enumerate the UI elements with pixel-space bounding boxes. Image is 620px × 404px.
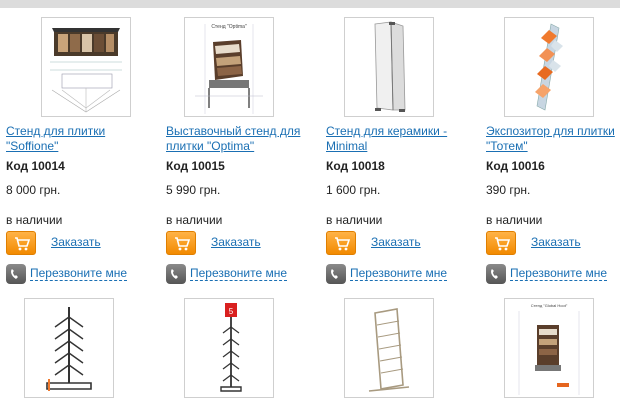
- phone-icon: [6, 264, 26, 284]
- add-to-cart-button[interactable]: [486, 231, 516, 255]
- cart-icon: [15, 237, 30, 251]
- availability-status: в наличии: [326, 213, 383, 227]
- order-link[interactable]: Заказать: [531, 235, 581, 249]
- product-image: [368, 308, 410, 392]
- product-image-link[interactable]: [24, 298, 114, 398]
- product-image-link[interactable]: [504, 17, 594, 117]
- product-image-link[interactable]: Стенд "Optima": [184, 17, 274, 117]
- callback-link[interactable]: Перезвоните мне: [30, 267, 128, 281]
- order-link[interactable]: Заказать: [51, 235, 101, 249]
- product-card: Стенд "Optima" Выставочный стенд для пли…: [166, 17, 316, 284]
- product-price: 390 грн.: [486, 183, 531, 197]
- product-image-link[interactable]: 5: [184, 298, 274, 398]
- add-to-cart-button[interactable]: [6, 231, 36, 255]
- order-link[interactable]: Заказать: [371, 235, 421, 249]
- product-card: Экспозитор для плитки "Тотем" Код 10016 …: [486, 17, 620, 284]
- cart-icon: [335, 237, 350, 251]
- top-bar: [0, 0, 620, 8]
- product-title-link[interactable]: Экспозитор для плитки "Тотем": [486, 124, 620, 154]
- product-code: Код 10015: [166, 159, 225, 173]
- callback-link[interactable]: Перезвоните мне: [190, 267, 288, 281]
- phone-icon: [166, 264, 186, 284]
- product-image: [535, 23, 563, 111]
- product-image: Стенд "Optima": [195, 24, 263, 114]
- callback-link[interactable]: Перезвоните мне: [350, 267, 448, 281]
- product-card: Стенд для керамики - Minimal Код 10018 1…: [326, 17, 476, 284]
- product-image-logo: 5: [229, 307, 234, 316]
- product-image: 5: [220, 303, 242, 392]
- product-image-link[interactable]: [344, 298, 434, 398]
- phone-icon: [486, 264, 506, 284]
- product-card: Стенд для плитки "Soffione" Код 10014 8 …: [6, 17, 156, 284]
- product-price: 1 600 грн.: [326, 183, 381, 197]
- cart-icon: [495, 237, 510, 251]
- product-title-link[interactable]: Выставочный стенд для плитки "Optima": [166, 124, 316, 154]
- product-image-link[interactable]: [41, 17, 131, 117]
- callback-link[interactable]: Перезвоните мне: [510, 267, 608, 281]
- product-image-link[interactable]: Стенд "Global Hoot": [504, 298, 594, 398]
- product-image-caption: Стенд "Optima": [211, 24, 247, 30]
- product-image: [50, 28, 122, 113]
- product-image-caption: Стенд "Global Hoot": [531, 303, 568, 308]
- product-image: [46, 307, 92, 391]
- add-to-cart-button[interactable]: [166, 231, 196, 255]
- product-code: Код 10016: [486, 159, 545, 173]
- phone-icon: [326, 264, 346, 284]
- product-title-link[interactable]: Стенд для плитки "Soffione": [6, 124, 156, 154]
- add-to-cart-button[interactable]: [326, 231, 356, 255]
- product-image: Стенд "Global Hoot": [518, 303, 580, 395]
- product-image: [374, 21, 406, 112]
- availability-status: в наличии: [6, 213, 63, 227]
- product-title-link[interactable]: Стенд для керамики - Minimal: [326, 124, 476, 154]
- product-code: Код 10018: [326, 159, 385, 173]
- product-price: 5 990 грн.: [166, 183, 221, 197]
- product-image-link[interactable]: [344, 17, 434, 117]
- product-price: 8 000 грн.: [6, 183, 61, 197]
- availability-status: в наличии: [166, 213, 223, 227]
- product-code: Код 10014: [6, 159, 65, 173]
- order-link[interactable]: Заказать: [211, 235, 261, 249]
- cart-icon: [175, 237, 190, 251]
- availability-status: в наличии: [486, 213, 543, 227]
